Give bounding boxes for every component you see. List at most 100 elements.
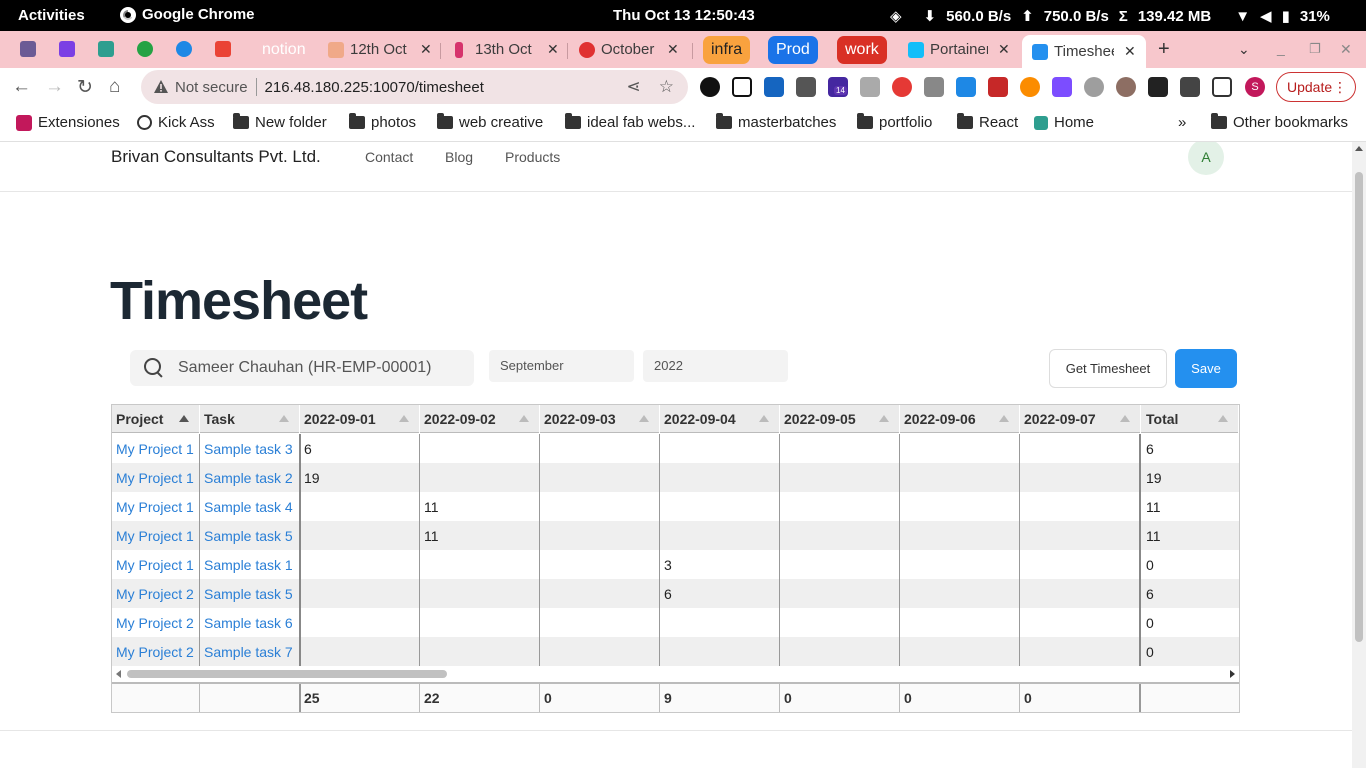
hours-cell[interactable] [900,579,1020,608]
hours-cell[interactable] [660,492,780,521]
task-link[interactable]: Sample task 3 [200,434,300,463]
bookmark-new-folder[interactable]: New folder [233,113,327,131]
bookmark-kick-ass[interactable]: Kick Ass [137,114,215,131]
maximize-icon[interactable]: ❐ [1309,41,1321,57]
hours-cell[interactable] [300,579,420,608]
hours-cell[interactable]: 19 [300,463,420,492]
hours-cell[interactable] [780,492,900,521]
hours-cell[interactable]: 6 [660,579,780,608]
color-picker-extension-icon[interactable] [764,77,784,97]
hours-cell[interactable] [660,521,780,550]
bookmark-masterbatches[interactable]: masterbatches [716,113,836,131]
profile-avatar[interactable]: S [1245,77,1265,97]
task-link[interactable]: Sample task 7 [200,637,300,666]
bookmark-web-creative[interactable]: web creative [437,113,543,131]
share-icon[interactable]: ⋖ [627,77,641,97]
hours-cell[interactable]: 3 [660,550,780,579]
hours-cell[interactable] [540,521,660,550]
network-extension-icon[interactable] [924,77,944,97]
scroll-right-arrow-icon[interactable] [1230,670,1235,678]
home-icon[interactable]: ⌂ [109,76,120,98]
hours-cell[interactable] [1020,521,1141,550]
total-cell[interactable]: 19 [1142,463,1239,492]
task-link[interactable]: Sample task 4 [200,492,300,521]
back-arrow-icon[interactable]: ← [12,76,31,98]
hours-cell[interactable] [660,637,780,666]
close-icon[interactable]: ✕ [547,41,559,58]
hours-cell[interactable] [540,492,660,521]
pinned-tab-inbox-icon[interactable] [20,41,36,57]
pip-extension-icon[interactable] [732,77,752,97]
tab-portainer[interactable]: Portainer ✕ [908,35,1018,64]
new-tab-button[interactable]: + [1158,38,1170,61]
hours-cell[interactable] [900,492,1020,521]
other-bookmarks[interactable]: Other bookmarks [1211,113,1348,131]
tab-group-infra[interactable]: infra [703,36,751,64]
project-link[interactable]: My Project 1 [112,492,200,521]
tab-search-chevron-icon[interactable]: ⌄ [1238,41,1250,58]
pinned-tab-sync-icon[interactable] [176,41,192,57]
hours-cell[interactable] [900,550,1020,579]
task-link[interactable]: Sample task 2 [200,463,300,492]
notion-extension-icon[interactable] [1148,77,1168,97]
pdf-extension-icon[interactable] [988,77,1008,97]
save-button[interactable]: Save [1175,349,1237,388]
task-link[interactable]: Sample task 5 [200,579,300,608]
cloud-extension-icon[interactable] [956,77,976,97]
bookmark-photos[interactable]: photos [349,113,416,131]
hours-cell[interactable] [780,579,900,608]
column-header-task[interactable]: Task [200,405,300,433]
task-link[interactable]: Sample task 6 [200,608,300,637]
hours-cell[interactable] [420,550,540,579]
hours-cell[interactable]: 11 [420,492,540,521]
column-header-total[interactable]: Total [1142,405,1239,433]
horizontal-scrollbar[interactable] [112,666,1239,682]
task-link[interactable]: Sample task 5 [200,521,300,550]
column-header-date[interactable]: 2022-09-01 [300,405,420,433]
close-icon[interactable]: ✕ [667,41,679,58]
hours-cell[interactable] [1020,550,1141,579]
css-extension-icon[interactable] [860,77,880,97]
project-link[interactable]: My Project 1 [112,521,200,550]
hours-cell[interactable] [780,521,900,550]
hours-cell[interactable] [1020,579,1141,608]
project-link[interactable]: My Project 2 [112,608,200,637]
hours-cell[interactable] [420,608,540,637]
scrollbar-thumb[interactable] [1355,172,1363,642]
reload-icon[interactable]: ↻ [77,76,93,99]
face-extension-icon[interactable] [1116,77,1136,97]
page-scrollbar[interactable] [1352,142,1366,768]
hours-cell[interactable] [900,637,1020,666]
year-select[interactable]: 2022 [643,350,788,382]
total-cell[interactable]: 0 [1142,608,1239,637]
hours-cell[interactable] [1020,492,1141,521]
url-text[interactable]: 216.48.180.225:10070/timesheet [265,79,484,96]
project-link[interactable]: My Project 1 [112,434,200,463]
hours-cell[interactable] [540,434,660,463]
scrollbar-thumb[interactable] [127,670,447,678]
scroll-up-arrow-icon[interactable] [1355,146,1363,151]
column-header-date[interactable]: 2022-09-06 [900,405,1020,433]
update-button[interactable]: Update ⋮ [1276,72,1356,102]
close-icon[interactable]: ✕ [420,41,432,58]
month-select[interactable]: September [489,350,634,382]
tab-group-work[interactable]: work [837,36,887,64]
hours-cell[interactable] [540,637,660,666]
screen-extension-icon[interactable] [796,77,816,97]
bookmark-portfolio[interactable]: portfolio [857,113,932,131]
side-panel-icon[interactable] [1212,77,1232,97]
scroll-left-arrow-icon[interactable] [116,670,121,678]
bookmark-home[interactable]: Home [1034,114,1094,131]
hours-cell[interactable] [540,579,660,608]
site-brand[interactable]: Brivan Consultants Pvt. Ltd. [111,147,321,167]
address-bar[interactable]: Not secure 216.48.180.225:10070/timeshee… [141,70,688,104]
link-extension-icon[interactable] [1084,77,1104,97]
close-icon[interactable]: ✕ [998,41,1010,58]
tab-timesheet[interactable]: Timesheet ✕ [1022,35,1146,68]
close-icon[interactable]: ✕ [1124,43,1136,60]
hours-cell[interactable] [900,463,1020,492]
orange-extension-icon[interactable] [1020,77,1040,97]
hours-cell[interactable] [420,434,540,463]
total-cell[interactable]: 6 [1142,434,1239,463]
hours-cell[interactable] [780,463,900,492]
